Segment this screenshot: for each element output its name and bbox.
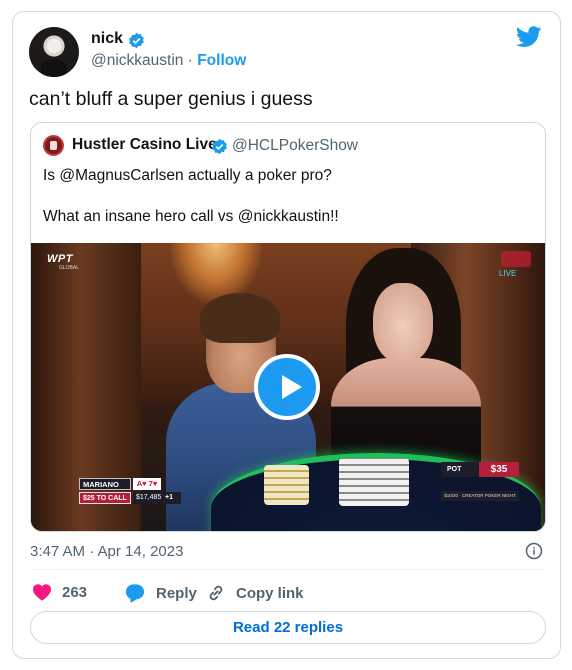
read-replies-button[interactable]: Read 22 replies — [30, 611, 546, 644]
heart-icon — [33, 584, 51, 601]
chip-stack-white — [339, 458, 409, 506]
man-hair — [200, 293, 280, 343]
chip-stack-gold — [264, 465, 309, 505]
quoted-tweet[interactable]: Hustler Casino Live @HCLPokerShow Is @Ma… — [30, 122, 546, 532]
wpt-logo-sub: GLOBAL — [59, 265, 80, 271]
quoted-tweet-line-1: Is @MagnusCarlsen actually a poker pro? — [43, 167, 332, 184]
reply-icon — [125, 584, 145, 603]
hcl-logo-icon — [501, 251, 531, 267]
overlay-plus: +1 — [165, 494, 173, 501]
author-avatar[interactable] — [29, 27, 79, 77]
author-handle[interactable]: @nickkaustin — [91, 52, 183, 69]
quoted-author-handle[interactable]: @HCLPokerShow — [232, 137, 358, 155]
tweet-timestamp[interactable]: 3:47 AM · Apr 14, 2023 — [30, 543, 183, 560]
overlay-to-call: $25 TO CALL — [79, 492, 131, 504]
copy-link-button[interactable]: Copy link — [206, 583, 304, 603]
quoted-author-name[interactable]: Hustler Casino Live — [72, 136, 217, 154]
hcl-live-label: LIVE — [499, 269, 517, 278]
twitter-bird-icon[interactable] — [516, 26, 542, 48]
pot-overlay: POT $35 $10/20 · CREATOR POKER NIGHT — [441, 462, 519, 506]
overlay-player-cards: A♥ 7♥ — [133, 478, 161, 490]
like-button[interactable]: 263 — [32, 583, 87, 601]
tweet-card: nick @nickkaustin · Follow can’t bluff a… — [12, 11, 561, 659]
pot-value: $35 — [479, 462, 519, 477]
author-handle-row: @nickkaustin · Follow — [91, 52, 246, 70]
quoted-verified-badge-icon — [212, 138, 227, 155]
overlay-player-name: MARIANO — [79, 478, 131, 490]
play-button-icon[interactable] — [254, 354, 320, 420]
verified-badge-icon — [129, 32, 144, 49]
tweet-text: can’t bluff a super genius i guess — [29, 88, 313, 110]
follow-button[interactable]: Follow — [197, 52, 246, 69]
author-name[interactable]: nick — [91, 30, 123, 48]
video-player-woman — [331, 248, 481, 478]
copy-link-label: Copy link — [236, 584, 304, 602]
wpt-logo: WPT — [47, 253, 73, 265]
link-icon — [209, 585, 223, 601]
video-player[interactable]: WPT GLOBAL LIVE MARIANO A♥ 7♥ $25 TO CAL… — [31, 243, 545, 531]
quoted-tweet-line-2: What an insane hero call vs @nickkaustin… — [43, 208, 339, 225]
overlay-stack: $17,485 — [133, 492, 181, 504]
pot-label: POT — [441, 462, 479, 477]
info-icon[interactable] — [525, 542, 543, 560]
quoted-author-avatar[interactable] — [43, 135, 64, 156]
separator-dot: · — [187, 52, 193, 69]
actions-divider — [30, 569, 546, 570]
player-info-overlay: MARIANO A♥ 7♥ $25 TO CALL $17,485 +1 — [79, 478, 184, 506]
like-count: 263 — [62, 583, 88, 601]
woman-face — [373, 283, 433, 363]
reply-button[interactable]: Reply — [124, 583, 197, 603]
pot-subtitle: $10/20 · CREATOR POKER NIGHT — [441, 491, 519, 501]
reply-label: Reply — [156, 584, 197, 602]
